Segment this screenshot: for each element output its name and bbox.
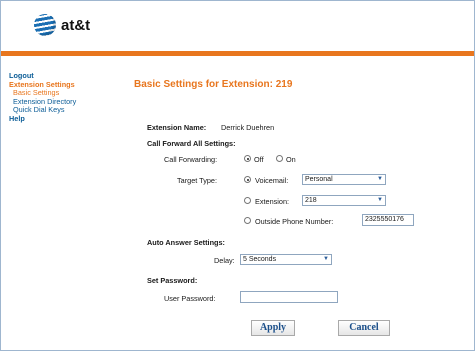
chevron-down-icon: ▼ [323, 256, 329, 262]
cancel-button[interactable]: Cancel [338, 320, 390, 336]
voicemail-select-value: Personal [305, 176, 333, 183]
call-forwarding-label: Call Forwarding: [164, 155, 218, 164]
header: at&t [1, 1, 474, 51]
delay-select[interactable]: 5 Seconds ▼ [240, 254, 332, 265]
delay-select-value: 5 Seconds [243, 256, 277, 263]
header-divider [1, 51, 474, 56]
set-password-heading: Set Password: [147, 276, 198, 285]
chevron-down-icon: ▼ [377, 197, 383, 203]
call-forwarding-off-label: Off [254, 155, 264, 164]
call-forwarding-on-radio[interactable] [276, 155, 283, 162]
brand-name: at&t [61, 16, 91, 34]
nav-help[interactable]: Help [9, 114, 76, 124]
chevron-down-icon: ▼ [377, 176, 383, 182]
extension-name-label: Extension Name: [147, 123, 207, 132]
extension-name-value: Derrick Duehren [221, 123, 275, 132]
outside-number-input[interactable]: 2325550176 [362, 214, 414, 226]
outside-number-radio[interactable] [244, 217, 251, 224]
outside-number-value: 2325550176 [365, 216, 404, 223]
call-forward-heading: Call Forward All Settings: [147, 139, 236, 148]
voicemail-label: Voicemail: [255, 176, 289, 185]
extension-select[interactable]: 218 ▼ [302, 195, 386, 206]
extension-target-label: Extension: [255, 197, 290, 206]
voicemail-radio[interactable] [244, 176, 251, 183]
page-title: Basic Settings for Extension: 219 [134, 79, 293, 90]
target-type-label: Target Type: [177, 176, 218, 185]
sidebar-nav: Logout Extension Settings Basic Settings… [9, 71, 76, 124]
voicemail-select[interactable]: Personal ▼ [302, 174, 386, 185]
att-globe-icon [34, 14, 56, 36]
user-password-input[interactable] [240, 291, 338, 303]
outside-number-label: Outside Phone Number: [255, 217, 334, 226]
extension-select-value: 218 [305, 197, 317, 204]
extension-radio[interactable] [244, 197, 251, 204]
apply-button[interactable]: Apply [251, 320, 295, 336]
auto-answer-heading: Auto Answer Settings: [147, 238, 225, 247]
delay-label: Delay: [214, 256, 235, 265]
att-logo: at&t [34, 14, 90, 36]
call-forwarding-off-radio[interactable] [244, 155, 251, 162]
user-password-label: User Password: [164, 294, 216, 303]
call-forwarding-on-label: On [286, 155, 296, 164]
